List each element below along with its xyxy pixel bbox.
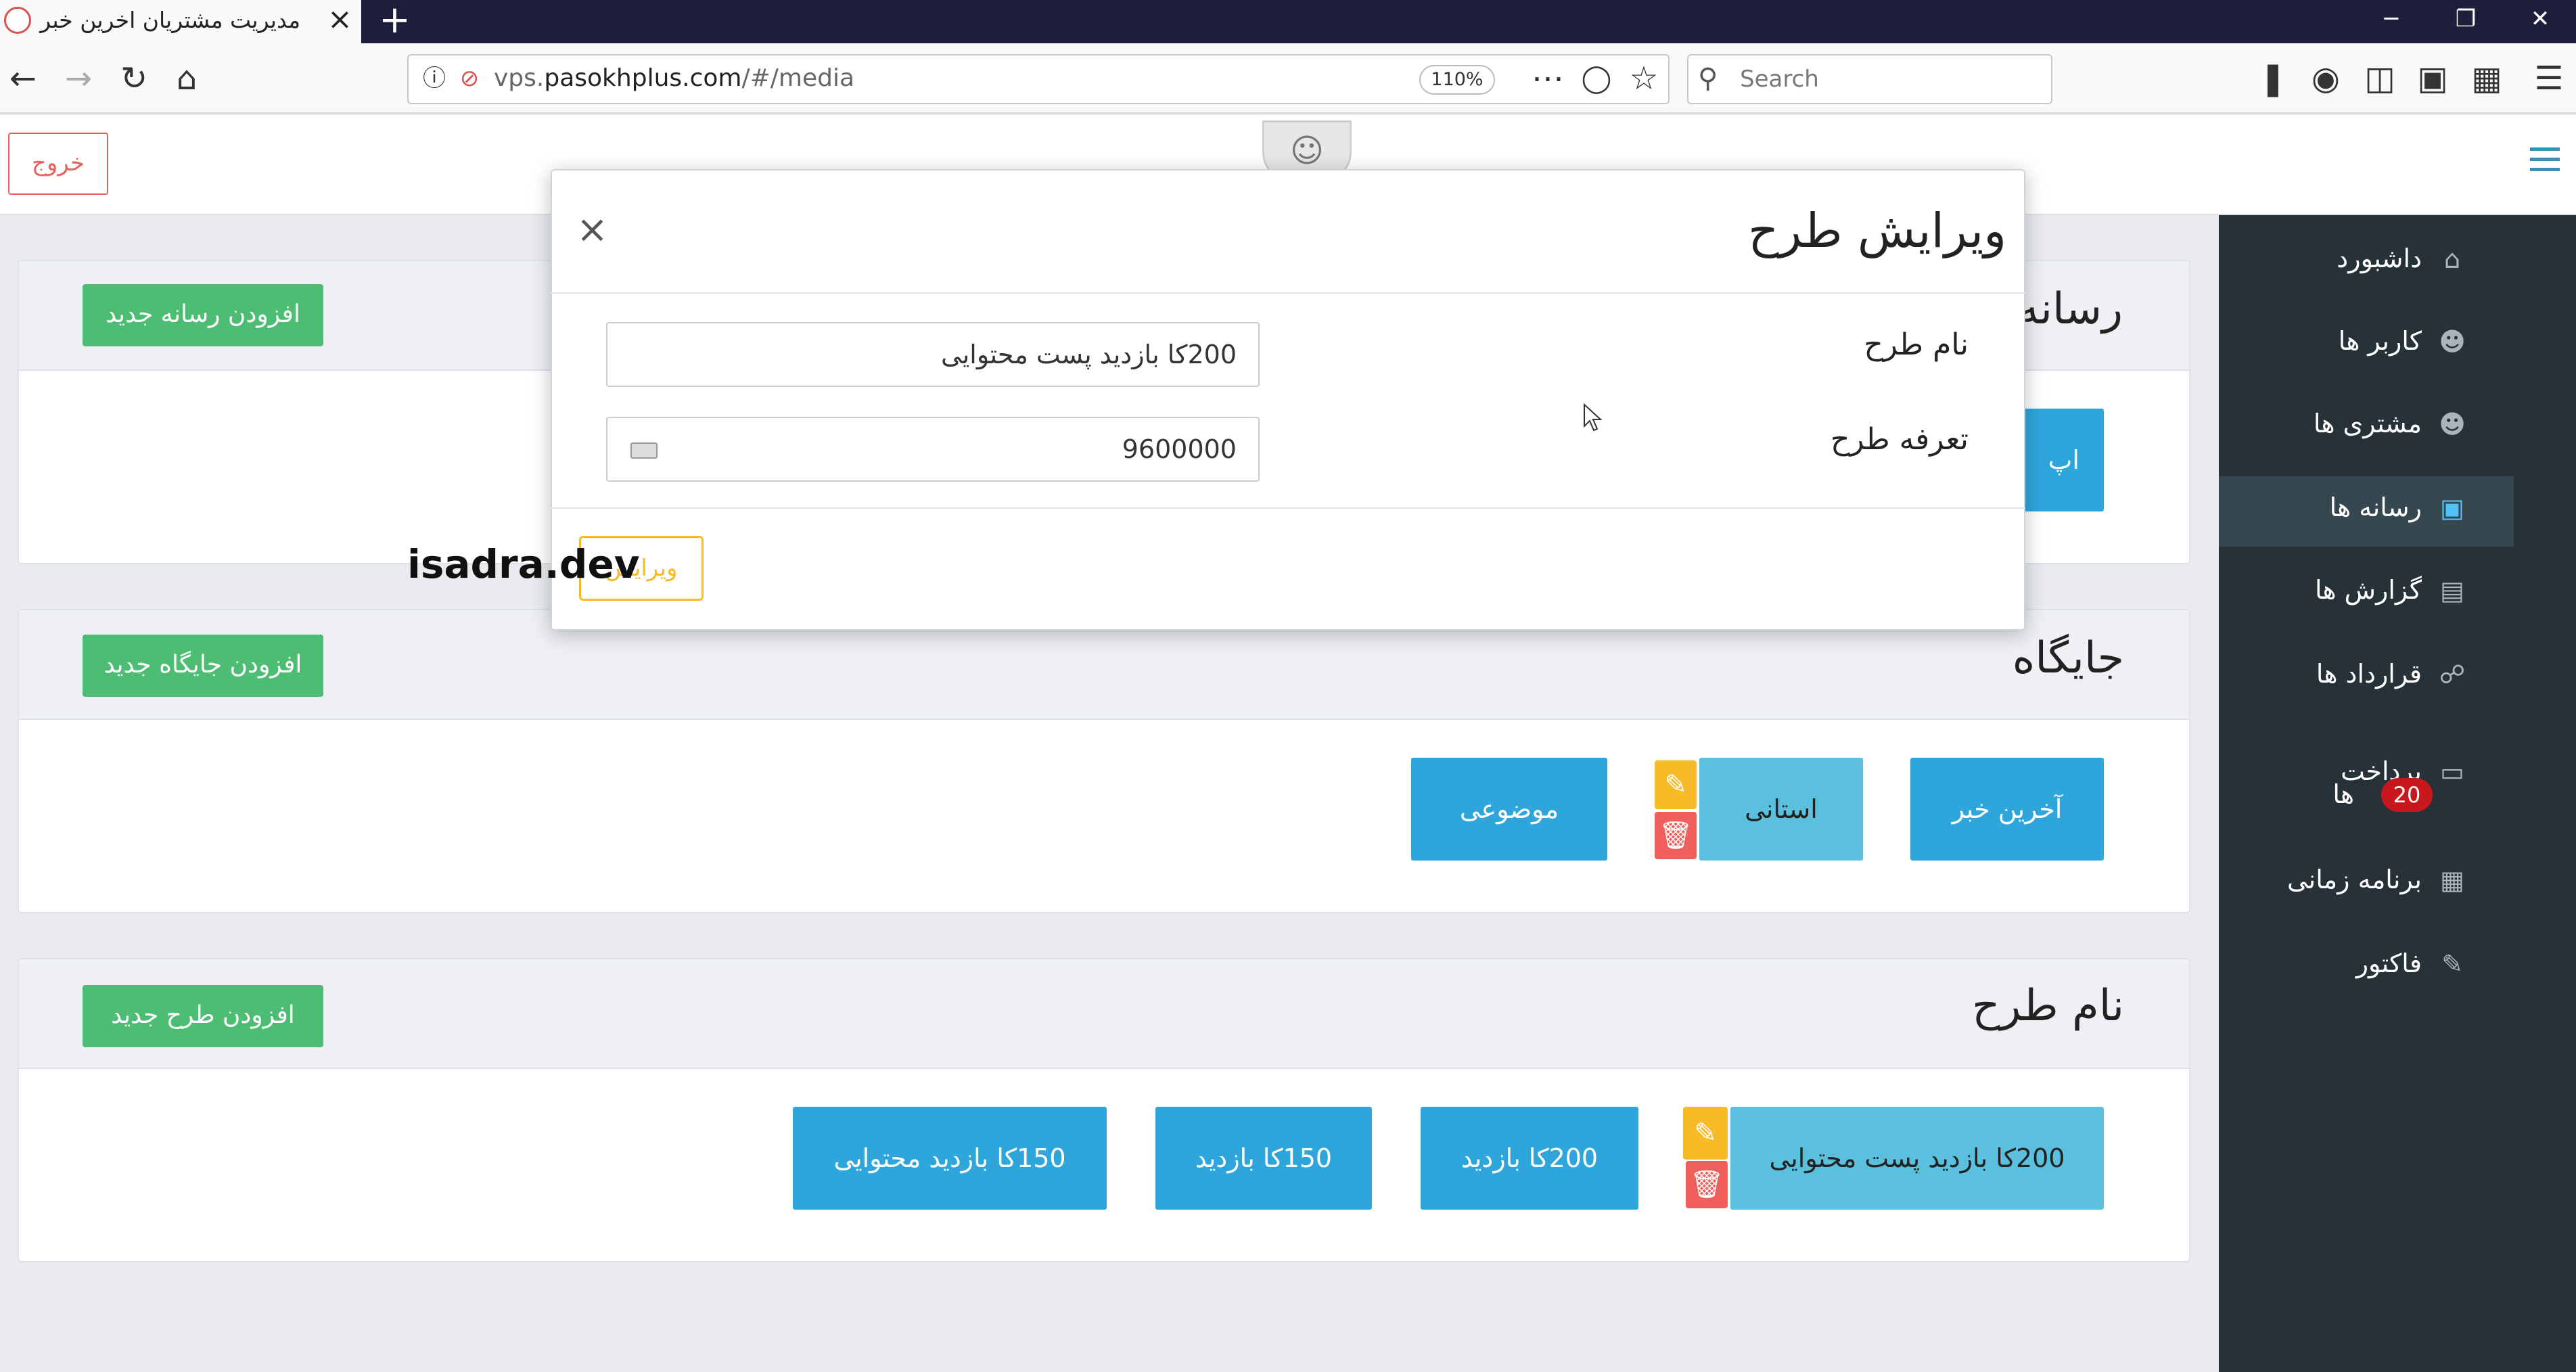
screenshot-icon[interactable]: ▣: [2412, 58, 2453, 99]
sidebar-toggle-icon[interactable]: ◫: [2360, 58, 2400, 99]
payments-badge: 20: [2381, 778, 2433, 812]
pocket-icon[interactable]: ◯: [1576, 58, 1617, 99]
more-icon[interactable]: ⋯: [1527, 58, 1568, 99]
pencil-icon[interactable]: ✎: [1683, 1107, 1728, 1160]
book-icon: ▤: [2440, 576, 2464, 605]
sidebar-item-customers[interactable]: مشتری ها ☻: [2219, 392, 2514, 457]
position-panel: [18, 609, 2190, 913]
sidebar-item-media[interactable]: رسانه ها ▣: [2219, 476, 2514, 547]
trash-icon[interactable]: 🗑: [1686, 1161, 1728, 1208]
position-item-button[interactable]: آخرین خبر: [1910, 758, 2104, 861]
plan-panel-title: نام طرح: [1972, 981, 2124, 1031]
cart-icon: ☍: [2439, 660, 2466, 689]
modal-divider: [551, 292, 2025, 294]
zoom-level[interactable]: 110%: [1419, 65, 1495, 95]
home-icon[interactable]: ⌂: [166, 58, 207, 99]
info-icon[interactable]: ⓘ: [414, 58, 455, 99]
sidebar-item-invoice[interactable]: فاکتور ✎: [2219, 932, 2514, 997]
position-item-button[interactable]: موضوعی: [1411, 758, 1607, 861]
window-close-icon[interactable]: ✕: [2503, 0, 2576, 43]
user-icon: ☻: [2439, 327, 2466, 357]
bookmark-star-icon[interactable]: ☆: [1624, 58, 1664, 99]
search-icon: ⚲: [1698, 63, 1718, 94]
media-panel-title: رسانه: [2017, 284, 2123, 334]
menu-icon[interactable]: ☰: [2529, 58, 2569, 99]
position-item-button-selected[interactable]: استانی: [1699, 758, 1863, 861]
plan-item-button[interactable]: 150کا بازدید محتوایی: [793, 1107, 1107, 1210]
close-icon[interactable]: ×: [576, 210, 608, 250]
tab-title: مدیریت مشتریان اخرین خبر: [40, 7, 300, 33]
modal-divider: [551, 507, 2025, 509]
credit-card-icon: ▭: [2440, 757, 2464, 787]
plan-name-input[interactable]: [606, 322, 1260, 387]
qr-icon[interactable]: ▦: [2466, 58, 2507, 99]
instagram-icon: ▣: [2440, 493, 2464, 523]
add-position-button[interactable]: افزودن جایگاه جدید: [83, 635, 323, 697]
media-item-button[interactable]: اپ: [2016, 409, 2104, 511]
url-text[interactable]: vps.pasokhplus.com/#/media: [494, 62, 854, 95]
sidebar-item-users[interactable]: کاربر ها ☻: [2219, 310, 2514, 375]
home-icon: ⌂: [2443, 244, 2461, 274]
sidebar-item-schedule[interactable]: برنامه زمانی ▦: [2219, 848, 2514, 913]
search-input[interactable]: Search: [1740, 64, 1819, 95]
reload-icon[interactable]: ↻: [114, 58, 154, 99]
mouse-cursor-icon: [1584, 403, 1603, 432]
new-tab-button[interactable]: +: [379, 0, 411, 41]
pencil-icon[interactable]: ✎: [1655, 760, 1697, 809]
browser-tab[interactable]: مدیریت مشتریان اخرین خبر ×: [0, 0, 361, 43]
add-media-button[interactable]: افزودن رسانه جدید: [83, 284, 323, 346]
minimize-icon[interactable]: ─: [2354, 0, 2429, 43]
plan-name-label: نام طرح: [1864, 327, 1969, 362]
library-icon[interactable]: ❚: [2253, 58, 2293, 99]
extension-icon[interactable]: ◉: [2305, 58, 2346, 99]
trash-icon[interactable]: 🗑: [1655, 812, 1697, 859]
plan-item-button[interactable]: 150کا بازدید: [1155, 1107, 1372, 1210]
sidebar-item-dashboard[interactable]: داشبورد ⌂: [2219, 227, 2514, 292]
modal-title: ویرایش طرح: [1748, 203, 2006, 258]
back-icon[interactable]: ←: [3, 58, 43, 99]
edit-icon: ✎: [2441, 949, 2463, 979]
plan-item-button-selected[interactable]: 200کا بازدید پست محتوایی: [1730, 1107, 2104, 1210]
hamburger-icon[interactable]: [2530, 147, 2560, 177]
add-plan-button[interactable]: افزودن طرح جدید: [83, 985, 323, 1047]
customers-icon: ☻: [2439, 409, 2466, 439]
number-spinner-icon[interactable]: [630, 442, 658, 459]
sidebar-item-contracts[interactable]: قرارداد ها ☍: [2219, 643, 2514, 708]
forward-icon[interactable]: →: [58, 58, 99, 99]
plan-item-button[interactable]: 200کا بازدید: [1421, 1107, 1638, 1210]
position-panel-title: جایگاه: [2012, 633, 2124, 683]
sidebar-item-reports[interactable]: گزارش ها ▤: [2219, 559, 2514, 624]
plan-panel-header: [19, 959, 2189, 1069]
sidebar-item-payments[interactable]: پرداخت ها ▭: [2219, 740, 2514, 821]
plan-price-label: تعرفه طرح: [1830, 422, 1969, 457]
calendar-icon: ▦: [2440, 865, 2464, 895]
logout-button[interactable]: خروج: [8, 133, 108, 195]
insecure-icon: ⊘: [459, 65, 480, 92]
restore-icon[interactable]: ❐: [2429, 0, 2503, 43]
plan-price-input[interactable]: [606, 417, 1260, 482]
tab-close-icon[interactable]: ×: [327, 3, 352, 37]
watermark-text: isadra.dev: [407, 541, 640, 587]
